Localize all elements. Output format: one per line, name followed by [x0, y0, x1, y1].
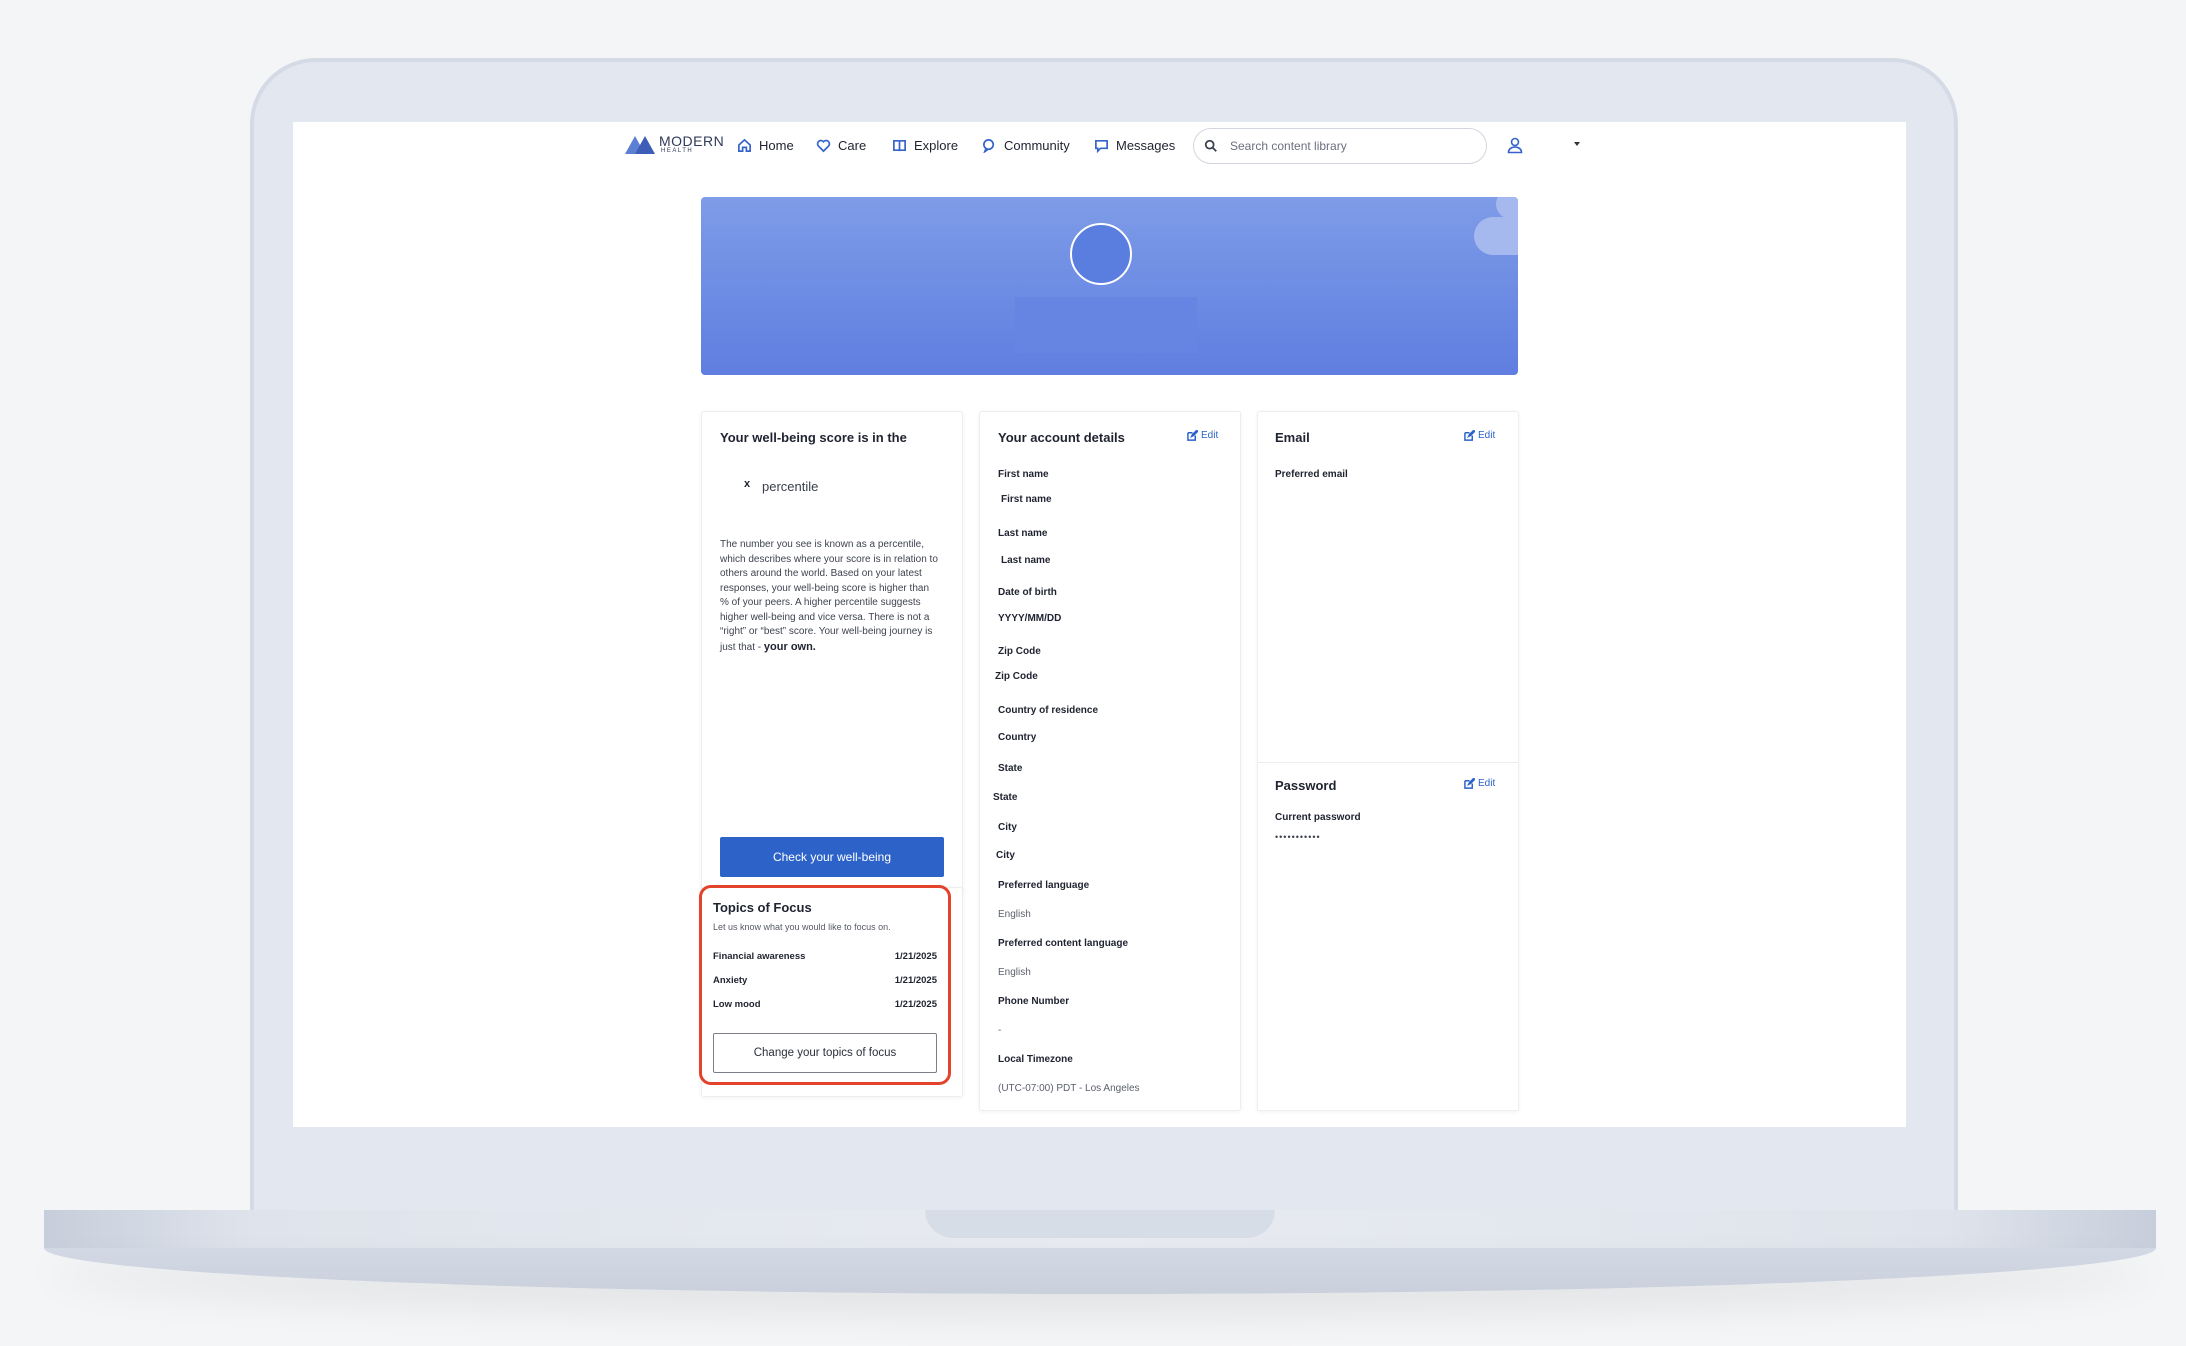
divider	[1258, 762, 1518, 763]
country-label: Country of residence	[998, 705, 1099, 716]
screen: MODERN HEALTH Home Care Explore Communit…	[293, 122, 1906, 1127]
country-value: Country	[998, 732, 1037, 743]
account-edit-link[interactable]: Edit	[1187, 430, 1218, 441]
timezone-value: (UTC-07:00) PDT - Los Angeles	[998, 1083, 1140, 1094]
zip-value: Zip Code	[995, 671, 1038, 682]
nav-community-label: Community	[1004, 138, 1070, 153]
change-topics-button[interactable]: Change your topics of focus	[713, 1033, 937, 1073]
heart-icon	[816, 139, 831, 153]
percentile-label: percentile	[762, 479, 819, 494]
last-name-label: Last name	[998, 528, 1048, 539]
first-name-value: First name	[1001, 494, 1052, 505]
logo-line1: MODERN	[659, 133, 725, 149]
topics-subtitle: Let us know what you would like to focus…	[713, 922, 891, 932]
city-value: City	[996, 850, 1015, 861]
topic-name: Financial awareness	[713, 951, 806, 962]
laptop-base-bottom	[44, 1248, 2156, 1294]
nav-home-label: Home	[759, 138, 794, 153]
logo-mark-icon	[625, 134, 655, 154]
zip-label: Zip Code	[998, 646, 1041, 657]
topic-date: 1/21/2025	[894, 999, 937, 1010]
avatar[interactable]	[1070, 223, 1132, 285]
topic-name: Anxiety	[713, 975, 748, 986]
wellbeing-score: x	[744, 478, 751, 490]
profile-name-placeholder	[1015, 297, 1197, 353]
email-edit-label: Edit	[1478, 430, 1496, 441]
nav-messages[interactable]: Messages	[1094, 138, 1175, 153]
top-nav: MODERN HEALTH Home Care Explore Communit…	[293, 122, 1906, 174]
city-label: City	[998, 822, 1017, 833]
content-language-value: English	[998, 967, 1031, 978]
phone-label: Phone Number	[998, 996, 1070, 1007]
topic-row: Anxiety 1/21/2025	[713, 975, 937, 986]
desc-part2: % of your peers. A higher percentile sug…	[720, 597, 933, 653]
nav-care-label: Care	[838, 138, 867, 153]
search-input[interactable]	[1228, 138, 1462, 154]
topic-date: 1/21/2025	[894, 951, 937, 962]
nav-explore-label: Explore	[914, 138, 959, 153]
content-language-label: Preferred content language	[998, 938, 1129, 949]
chevron-down-icon[interactable]	[1574, 142, 1580, 146]
preferred-language-value: English	[998, 909, 1031, 920]
email-title: Email	[1275, 430, 1310, 445]
email-password-card: Email Edit Preferred email Password Edit…	[1257, 411, 1519, 1111]
account-title: Your account details	[998, 430, 1125, 445]
profile-menu-button[interactable]	[1506, 136, 1524, 159]
password-title: Password	[1275, 778, 1337, 793]
account-details-card: Your account details Edit First name Fir…	[979, 411, 1241, 1111]
nav-home[interactable]: Home	[737, 138, 794, 153]
state-value: State	[993, 792, 1018, 803]
desc-part1: The number you see is known as a percent…	[720, 539, 938, 594]
password-value: •••••••••••	[1275, 832, 1321, 842]
topics-title: Topics of Focus	[713, 900, 812, 915]
nav-explore[interactable]: Explore	[892, 138, 958, 153]
state-label: State	[998, 763, 1023, 774]
modern-health-logo[interactable]: MODERN HEALTH	[625, 134, 724, 154]
edit-icon	[1464, 778, 1475, 789]
check-wellbeing-button[interactable]: Check your well-being	[720, 837, 944, 877]
desc-bold: your own.	[763, 640, 816, 653]
phone-value: -	[998, 1025, 1002, 1036]
search-bar[interactable]	[1193, 128, 1487, 164]
preferred-email-label: Preferred email	[1275, 469, 1348, 480]
topic-row: Low mood 1/21/2025	[713, 999, 937, 1010]
dob-value: YYYY/MM/DD	[998, 613, 1062, 624]
wellbeing-title: Your well-being score is in the	[720, 430, 907, 445]
nav-messages-label: Messages	[1116, 138, 1176, 153]
edit-icon	[1464, 430, 1475, 441]
profile-banner	[701, 197, 1518, 375]
nav-community[interactable]: Community	[982, 138, 1070, 153]
home-icon	[738, 138, 751, 152]
chat-bubbles-icon	[983, 139, 995, 153]
search-icon	[1204, 139, 1217, 152]
account-edit-label: Edit	[1201, 430, 1219, 441]
user-icon	[1507, 137, 1523, 154]
edit-icon	[1187, 430, 1198, 441]
topic-name: Low mood	[713, 999, 761, 1010]
topic-date: 1/21/2025	[894, 975, 937, 986]
timezone-label: Local Timezone	[998, 1054, 1073, 1065]
cloud-decoration-icon	[1474, 197, 1518, 255]
preferred-language-label: Preferred language	[998, 880, 1090, 891]
topics-card: Topics of Focus Let us know what you wou…	[699, 885, 963, 1097]
laptop-notch	[925, 1210, 1275, 1238]
first-name-label: First name	[998, 469, 1049, 480]
password-edit-link[interactable]: Edit	[1464, 778, 1495, 789]
email-edit-link[interactable]: Edit	[1464, 430, 1495, 441]
wellbeing-description: The number you see is known as a percent…	[720, 538, 944, 655]
wellbeing-card: Your well-being score is in the x percen…	[701, 411, 963, 893]
message-icon	[1095, 139, 1108, 153]
book-icon	[893, 139, 906, 152]
current-password-label: Current password	[1275, 812, 1361, 823]
dob-label: Date of birth	[998, 587, 1057, 598]
last-name-value: Last name	[1001, 555, 1051, 566]
topic-row: Financial awareness 1/21/2025	[713, 951, 937, 962]
nav-care[interactable]: Care	[816, 138, 866, 153]
logo-line2: HEALTH	[661, 148, 694, 154]
password-edit-label: Edit	[1478, 778, 1496, 789]
